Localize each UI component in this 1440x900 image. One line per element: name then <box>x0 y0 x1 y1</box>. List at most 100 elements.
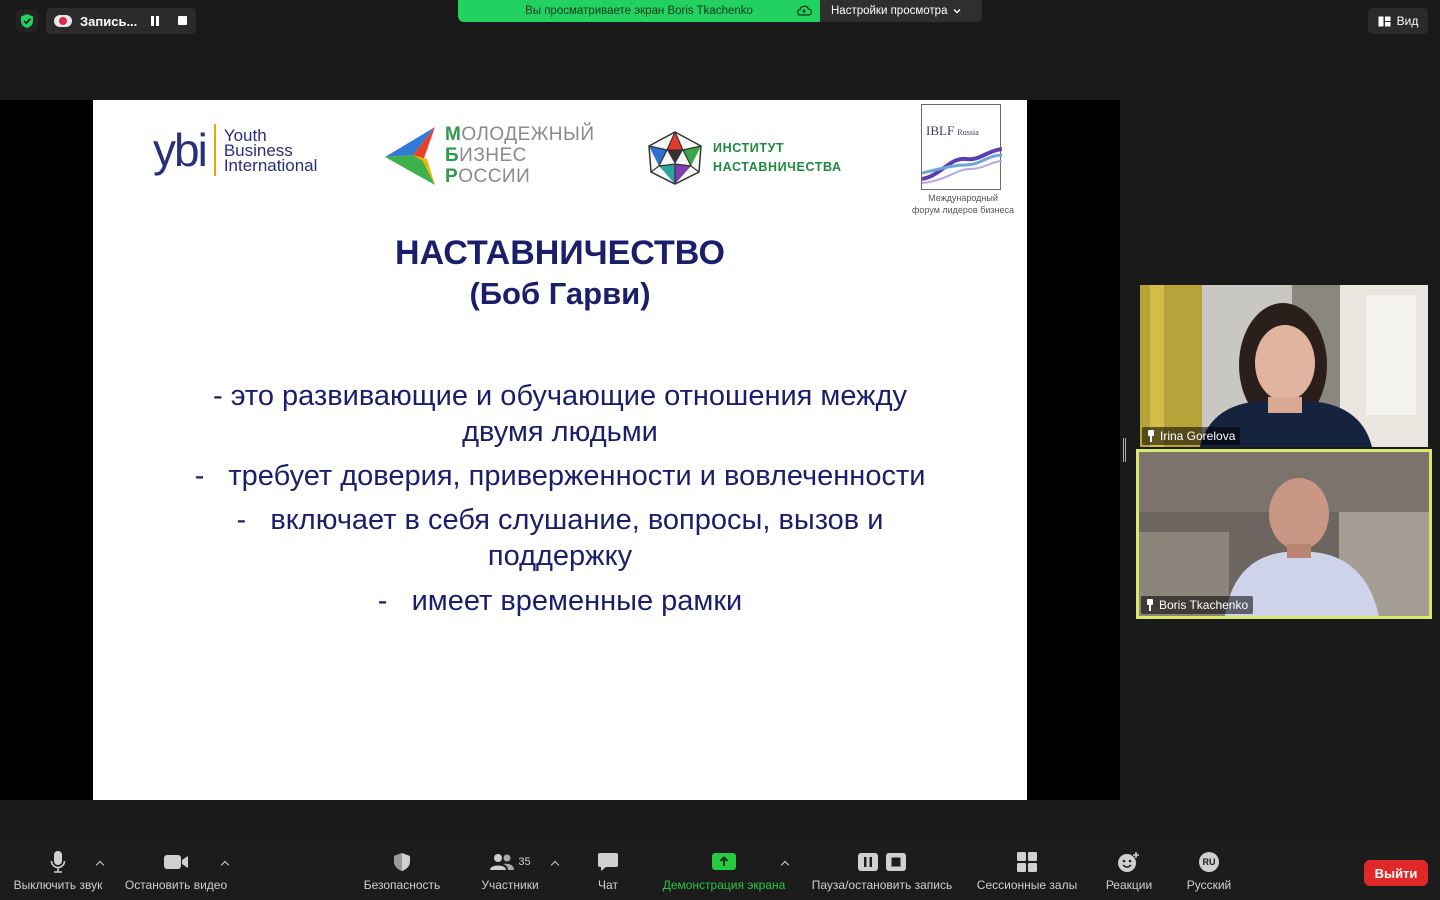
share-screen-button[interactable]: Демонстрация экрана <box>654 846 794 900</box>
microphone-icon <box>50 846 66 878</box>
share-screen-icon <box>711 846 737 878</box>
mbr-rest-1: ОЛОДЕЖНЫЙ <box>461 124 595 145</box>
iblf-frame: IBLF Russia <box>921 104 1002 190</box>
ybi-divider <box>213 124 216 176</box>
iblf-logo: IBLF Russia Международный форум лидеров … <box>903 104 1023 216</box>
mbr-initial-3: Р <box>445 166 459 187</box>
recording-label: Запись... <box>80 13 138 29</box>
panel-resize-handle[interactable] <box>1123 438 1126 462</box>
security-label: Безопасность <box>363 878 441 892</box>
ybi-mark: ybi <box>153 124 208 176</box>
leave-meeting-button[interactable]: Выйти <box>1364 860 1428 886</box>
language-badge: RU <box>1199 852 1219 872</box>
participant-video-boris <box>1139 452 1429 616</box>
view-button[interactable]: Вид <box>1368 8 1428 34</box>
cloud-icon <box>797 5 812 16</box>
pause-icon <box>858 853 878 871</box>
recording-cloud-icon <box>54 15 72 27</box>
shared-screen: ybi Youth Business International МОЛОДЕЖ… <box>0 100 1120 800</box>
share-screen-label: Демонстрация экрана <box>662 878 786 892</box>
encryption-shield-icon[interactable] <box>16 10 38 32</box>
chat-button[interactable]: Чат <box>588 846 628 900</box>
slide-title: НАСТАВНИЧЕСТВО <box>395 234 725 272</box>
reactions-smiley-icon <box>1117 846 1141 878</box>
mbr-rest-3: ОССИИ <box>458 166 531 187</box>
language-label: Русский <box>1186 878 1232 892</box>
iblf-title-small: Russia <box>957 128 979 137</box>
stop-video-button[interactable]: Остановить видео <box>120 846 232 900</box>
mute-button[interactable]: Выключить звук <box>8 846 108 900</box>
mute-label: Выключить звук <box>13 878 103 892</box>
share-options-caret-icon[interactable] <box>781 860 789 868</box>
iblf-title-text: IBLF <box>926 123 955 138</box>
reactions-button[interactable]: Реакции <box>1098 846 1160 900</box>
participant-name-label: Irina Gorelova <box>1142 427 1241 445</box>
chat-label: Чат <box>598 878 618 892</box>
record-controls-label: Пауза/остановить запись <box>811 878 953 892</box>
security-shield-icon <box>393 846 411 878</box>
audio-options-caret-icon[interactable] <box>96 860 104 868</box>
stop-recording-icon[interactable] <box>178 16 187 25</box>
pin-icon <box>1146 430 1156 442</box>
iblf-caption-line-1: Международный <box>928 193 998 203</box>
participant-tile-boris[interactable]: Boris Tkachenko <box>1136 449 1432 619</box>
iblf-caption: Международный форум лидеров бизнеса <box>903 192 1023 216</box>
bullet-4: - имеет временные рамки <box>377 585 743 617</box>
video-camera-icon <box>163 846 189 878</box>
participants-button[interactable]: 35 Участники <box>474 846 546 900</box>
participants-options-caret-icon[interactable] <box>551 860 559 868</box>
presentation-slide: ybi Youth Business International МОЛОДЕЖ… <box>93 100 1027 800</box>
pin-icon <box>1145 599 1155 611</box>
participant-name: Irina Gorelova <box>1160 429 1236 443</box>
bullet-1-line-1: - это развивающие и обучающие отношения … <box>213 380 907 412</box>
bullet-2: - требует доверия, приверженности и вовл… <box>194 460 926 492</box>
security-button[interactable]: Безопасность <box>356 846 448 900</box>
polyhedron-icon <box>648 131 702 185</box>
participant-name-label: Boris Tkachenko <box>1141 596 1254 614</box>
ybi-logo: ybi Youth Business International <box>153 124 317 176</box>
pause-recording-icon[interactable] <box>150 16 160 26</box>
participants-icon: 35 <box>489 846 531 878</box>
view-settings-dropdown[interactable]: Настройки просмотра <box>820 0 982 22</box>
participants-label: Участники <box>481 878 539 892</box>
stop-video-label: Остановить видео <box>124 878 228 892</box>
mbr-initial-1: М <box>445 124 462 145</box>
language-button[interactable]: RU Русский <box>1178 846 1240 900</box>
mbr-wordmark: МОЛОДЕЖНЫЙ БИЗНЕС РОССИИ <box>445 124 595 187</box>
chevron-down-icon <box>953 9 961 14</box>
slide-subtitle: (Боб Гарви) <box>469 276 651 311</box>
mbr-initial-2: Б <box>445 145 460 166</box>
ybi-line-3: International <box>223 155 318 175</box>
mbr-logo: МОЛОДЕЖНЫЙ БИЗНЕС РОССИИ <box>383 124 595 187</box>
mbr-rest-2: ИЗНЕС <box>459 145 527 166</box>
share-banner-text: Вы просматриваете экран Boris Tkachenko <box>525 5 753 17</box>
institute-line-2: НАСТАВНИЧЕСТВА <box>713 160 842 174</box>
chat-bubble-icon <box>597 846 619 878</box>
stop-icon <box>886 853 906 871</box>
record-controls-button[interactable]: Пауза/остановить запись <box>804 846 960 900</box>
video-options-caret-icon[interactable] <box>221 860 229 868</box>
meeting-toolbar: Выключить звук Остановить видео Безопасн… <box>0 846 1440 900</box>
iblf-title: IBLF Russia <box>926 123 979 139</box>
breakout-rooms-button[interactable]: Сессионные залы <box>970 846 1084 900</box>
ybi-wordmark: Youth Business International <box>223 127 318 175</box>
top-bar: Запись... Вы просматриваете экран Boris … <box>0 0 1440 100</box>
mbr-arrow-icon <box>385 126 435 185</box>
bullet-3-line-1: - включает в себя слушание, вопросы, выз… <box>236 504 884 536</box>
reactions-label: Реакции <box>1105 878 1153 892</box>
record-controls-icons <box>857 846 907 878</box>
participant-video-irina <box>1140 285 1428 447</box>
participant-tile-irina[interactable]: Irina Gorelova <box>1140 285 1428 447</box>
recording-indicator[interactable]: Запись... <box>46 8 196 34</box>
view-settings-label: Настройки просмотра <box>831 5 948 17</box>
institute-line-1: ИНСТИТУТ <box>713 141 785 155</box>
bullet-3-line-2: поддержку <box>487 540 633 572</box>
language-globe-icon: RU <box>1199 846 1219 878</box>
view-layout-icon <box>1378 16 1391 26</box>
screen-share-banner: Вы просматриваете экран Boris Tkachenko <box>458 0 820 22</box>
participants-count: 35 <box>518 856 531 868</box>
iblf-caption-line-2: форум лидеров бизнеса <box>911 205 1015 215</box>
iblf-wave-icon <box>922 147 1002 184</box>
breakout-rooms-label: Сессионные залы <box>976 878 1078 892</box>
institute-wordmark: ИНСТИТУТ НАСТАВНИЧЕСТВА <box>713 139 842 177</box>
